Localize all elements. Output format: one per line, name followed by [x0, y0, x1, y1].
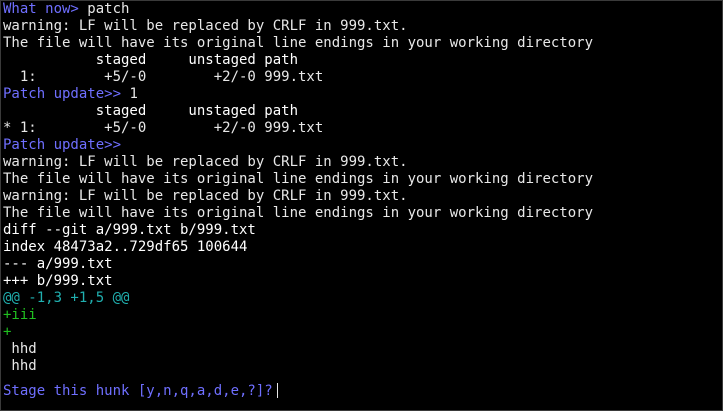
terminal-line: The file will have its original line end… [1, 171, 722, 188]
terminal-line: Stage this hunk [y,n,q,a,d,e,?]? [1, 383, 722, 400]
terminal-line: index 48473a2..729df65 100644 [1, 239, 722, 256]
output-text: patch [78, 1, 130, 17]
prompt-text: Patch update>> [3, 86, 122, 102]
output-text: The file will have its original line end… [3, 205, 594, 221]
output-text: +++ b/999.txt [3, 273, 113, 289]
terminal-line: +iii [1, 307, 722, 324]
output-text: +iii [3, 307, 37, 323]
terminal-line: hhd [1, 358, 722, 375]
output-text: The file will have its original line end… [3, 171, 594, 187]
terminal-line: The file will have its original line end… [1, 35, 722, 52]
terminal-line: Patch update>> 1 [1, 86, 722, 103]
output-text: 1 [121, 86, 138, 102]
terminal-line: staged unstaged path [1, 103, 722, 120]
terminal-line: staged unstaged path [1, 52, 722, 69]
terminal-line: The file will have its original line end… [1, 205, 722, 222]
terminal-line: 1: +5/-0 +2/-0 999.txt [1, 69, 722, 86]
terminal-line: * 1: +5/-0 +2/-0 999.txt [1, 120, 722, 137]
terminal-line: --- a/999.txt [1, 256, 722, 273]
terminal-line: Patch update>> [1, 137, 722, 154]
output-text: --- a/999.txt [3, 256, 113, 272]
prompt-text: What now> [3, 1, 79, 17]
terminal-line: @@ -1,3 +1,5 @@ [1, 290, 722, 307]
output-text: index 48473a2..729df65 100644 [3, 239, 248, 255]
output-text: 1: +5/-0 +2/-0 999.txt [3, 69, 324, 85]
terminal-line: warning: LF will be replaced by CRLF in … [1, 18, 722, 35]
terminal-line: + [1, 324, 722, 341]
terminal-line: +++ b/999.txt [1, 273, 722, 290]
terminal-window[interactable]: What now> patch warning: LF will be repla… [0, 0, 723, 411]
output-text: hhd [3, 341, 37, 357]
output-text: hhd [3, 358, 37, 374]
terminal-line: diff --git a/999.txt b/999.txt [1, 222, 722, 239]
blank-spacer [1, 375, 722, 383]
terminal-line: What now> patch [1, 1, 722, 18]
terminal-line: warning: LF will be replaced by CRLF in … [1, 154, 722, 171]
output-text: warning: LF will be replaced by CRLF in … [3, 188, 408, 204]
output-text: staged unstaged path [3, 103, 299, 119]
prompt-text: Stage this hunk [y,n,q,a,d,e,?]? [3, 383, 273, 399]
output-text: diff --git a/999.txt b/999.txt [3, 222, 256, 238]
output-text: * 1: +5/-0 +2/-0 999.txt [3, 120, 324, 136]
terminal-line: warning: LF will be replaced by CRLF in … [1, 188, 722, 205]
output-text: + [3, 324, 12, 340]
output-text: @@ -1,3 +1,5 @@ [3, 290, 130, 306]
terminal-line: hhd [1, 341, 722, 358]
output-text: staged unstaged path [3, 52, 299, 68]
text-cursor[interactable] [276, 383, 278, 398]
output-text: warning: LF will be replaced by CRLF in … [3, 154, 408, 170]
output-text: warning: LF will be replaced by CRLF in … [3, 18, 408, 34]
output-text: The file will have its original line end… [3, 35, 594, 51]
prompt-text: Patch update>> [3, 137, 122, 153]
